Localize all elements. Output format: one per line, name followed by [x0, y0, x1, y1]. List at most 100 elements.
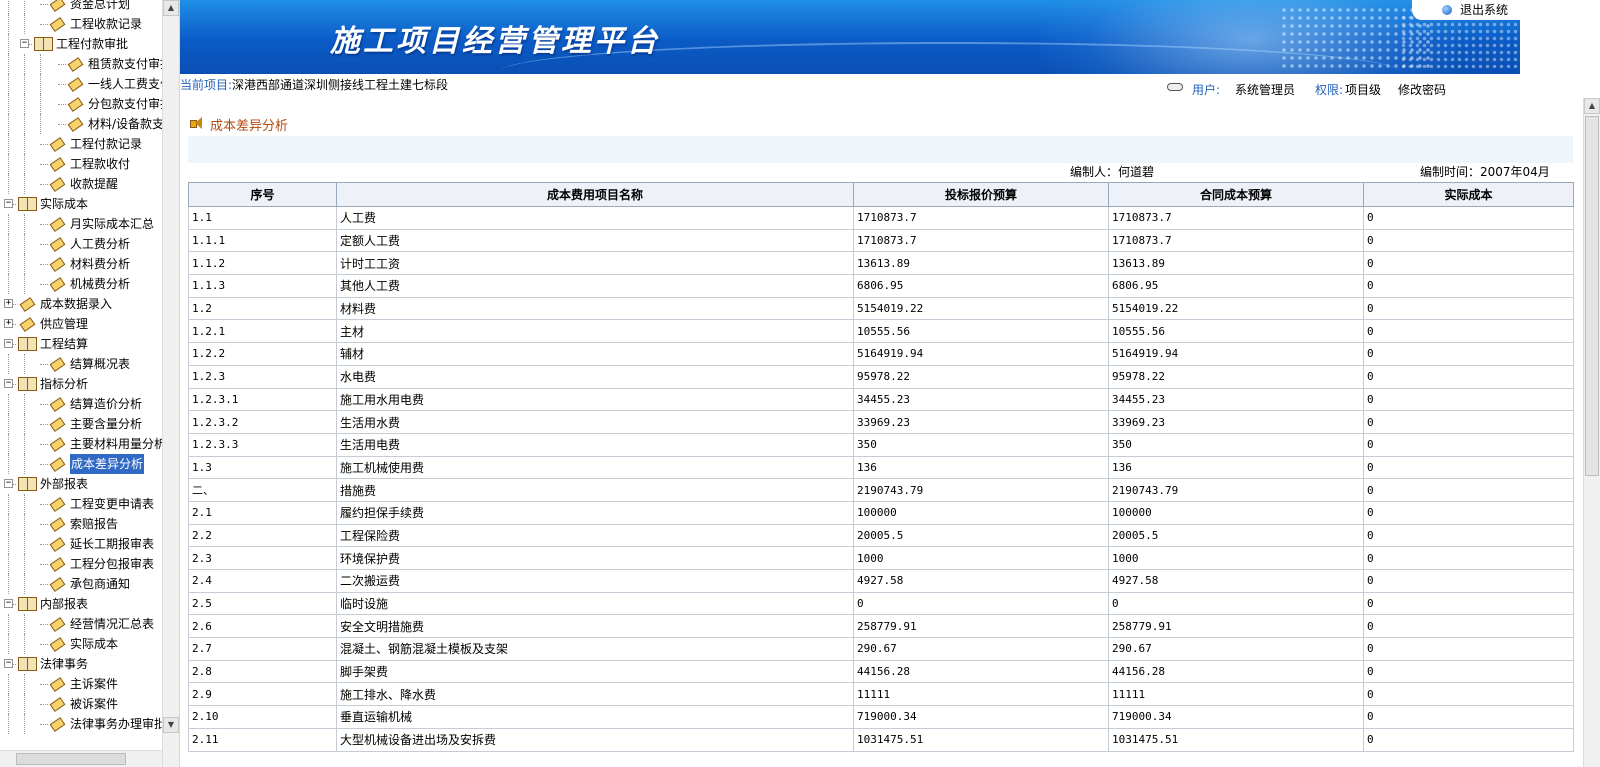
logout-icon[interactable] — [1442, 5, 1452, 15]
tree-item-label[interactable]: 主诉案件 — [70, 674, 118, 694]
tree-item-label[interactable]: 供应管理 — [40, 314, 88, 334]
scrollbar-thumb[interactable] — [1585, 116, 1599, 476]
tree-item[interactable]: 机械费分析 — [0, 274, 164, 294]
collapse-icon[interactable]: − — [4, 599, 13, 608]
tree-item[interactable]: 分包款支付审批 — [0, 94, 172, 114]
tree-item[interactable]: + 供应管理 — [0, 314, 164, 334]
tree-item[interactable]: 租赁款支付审批 — [0, 54, 172, 74]
tree-item[interactable]: 主诉案件 — [0, 674, 164, 694]
tree-item-label[interactable]: 延长工期报审表 — [70, 534, 154, 554]
tree-item-label[interactable]: 人工费分析 — [70, 234, 130, 254]
tree-item-label[interactable]: 工程分包报审表 — [70, 554, 154, 574]
tree-item-label[interactable]: 租赁款支付审批 — [88, 54, 172, 74]
tree-item[interactable]: 承包商通知 — [0, 574, 164, 594]
collapse-icon[interactable]: − — [4, 479, 13, 488]
cell-bid-budget: 33969.23 — [853, 410, 1109, 434]
tree-item[interactable]: − 外部报表 — [0, 474, 164, 494]
collapse-icon[interactable]: − — [4, 199, 13, 208]
tree-item-label[interactable]: 工程结算 — [40, 334, 88, 354]
tree-item-label[interactable]: 内部报表 — [40, 594, 88, 614]
tree-item[interactable]: 成本差异分析 — [0, 454, 164, 474]
tree-item-label[interactable]: 经营情况汇总表 — [70, 614, 154, 634]
tree-item-label[interactable]: 分包款支付审批 — [88, 94, 172, 114]
tree-item[interactable]: − 指标分析 — [0, 374, 164, 394]
tree-item[interactable]: 材料费分析 — [0, 254, 164, 274]
tree-item[interactable]: 主要材料用量分析 — [0, 434, 166, 454]
tree-item[interactable]: 索赔报告 — [0, 514, 164, 534]
tree-guide-line — [24, 434, 25, 454]
tree-item-label[interactable]: 指标分析 — [40, 374, 88, 394]
tree-item[interactable]: 经营情况汇总表 — [0, 614, 164, 634]
cell-contract-budget: 5154019.22 — [1108, 296, 1364, 321]
tree-item-label[interactable]: 主要含量分析 — [70, 414, 142, 434]
tree-item[interactable]: − 法律事务 — [0, 654, 164, 674]
tree-item[interactable]: 工程款收付 — [0, 154, 164, 174]
tree-item-label[interactable]: 承包商通知 — [70, 574, 130, 594]
tree-item[interactable]: 一线人工费支付 — [0, 74, 172, 94]
tree-item-label[interactable]: 工程付款审批 — [56, 34, 128, 54]
tree-item[interactable]: 主要含量分析 — [0, 414, 164, 434]
scroll-up-arrow-icon[interactable]: ▲ — [1584, 98, 1600, 114]
tree-item[interactable]: 被诉案件 — [0, 694, 164, 714]
tree-item-label[interactable]: 成本数据录入 — [40, 294, 112, 314]
tree-item[interactable]: − 内部报表 — [0, 594, 164, 614]
tree-item[interactable]: 工程分包报审表 — [0, 554, 164, 574]
tree-item[interactable]: − 实际成本 — [0, 194, 164, 214]
tree-item[interactable]: 结算造价分析 — [0, 394, 164, 414]
tree-item[interactable]: 资金总计划 — [0, 0, 164, 14]
tree-item-label[interactable]: 工程收款记录 — [70, 14, 142, 34]
table-row: 1.1.1 定额人工费 1710873.7 1710873.7 0 — [188, 228, 1574, 253]
tree-item[interactable]: 实际成本 — [0, 634, 164, 654]
tree-item-label[interactable]: 实际成本 — [40, 194, 88, 214]
tree-item[interactable]: + 成本数据录入 — [0, 294, 164, 314]
tree-item-label[interactable]: 结算概况表 — [70, 354, 130, 374]
tree-item-label[interactable]: 资金总计划 — [70, 0, 130, 14]
tree-item[interactable]: 工程收款记录 — [0, 14, 164, 34]
tree-item-label[interactable]: 结算造价分析 — [70, 394, 142, 414]
tree-horizontal-scrollbar[interactable] — [0, 750, 162, 767]
collapse-icon[interactable]: − — [4, 379, 13, 388]
tree-item-label[interactable]: 工程款收付 — [70, 154, 130, 174]
tree-item[interactable]: 月实际成本汇总 — [0, 214, 164, 234]
tree-item[interactable]: 法律事务办理审批 — [0, 714, 166, 734]
tree-item[interactable]: 工程变更申请表 — [0, 494, 164, 514]
tree-item-label[interactable]: 法律事务 — [40, 654, 88, 674]
content-vertical-scrollbar[interactable]: ▲ — [1583, 98, 1600, 767]
tree-item-label[interactable]: 月实际成本汇总 — [70, 214, 154, 234]
tree-item-label[interactable]: 实际成本 — [70, 634, 118, 654]
tree-item-label[interactable]: 外部报表 — [40, 474, 88, 494]
tree-item-label[interactable]: 法律事务办理审批 — [70, 714, 166, 734]
change-password-link[interactable]: 修改密码 — [1398, 81, 1446, 98]
tree-item[interactable]: 人工费分析 — [0, 234, 164, 254]
tree-item-label[interactable]: 被诉案件 — [70, 694, 118, 714]
tree-item-label[interactable]: 索赔报告 — [70, 514, 118, 534]
tree-vertical-scrollbar[interactable]: ▲ ▼ — [162, 0, 179, 767]
tree-item-label[interactable]: 工程付款记录 — [70, 134, 142, 154]
scroll-down-arrow-icon[interactable]: ▼ — [163, 717, 179, 733]
scrollbar-thumb[interactable] — [16, 753, 126, 765]
collapse-icon[interactable]: − — [4, 339, 13, 348]
tree-item[interactable]: 工程付款记录 — [0, 134, 164, 154]
tree-item[interactable]: 收款提醒 — [0, 174, 164, 194]
tree-item-label[interactable]: 收款提醒 — [70, 174, 118, 194]
tree-item-label[interactable]: 主要材料用量分析 — [70, 434, 166, 454]
expand-icon[interactable]: + — [4, 299, 13, 308]
tree-item-label[interactable]: 一线人工费支付 — [88, 74, 172, 94]
expand-icon[interactable]: + — [4, 319, 13, 328]
pencil-icon — [66, 117, 82, 131]
tree-item-label[interactable]: 材料费分析 — [70, 254, 130, 274]
collapse-icon[interactable]: − — [20, 39, 29, 48]
tree-item[interactable]: − 工程结算 — [0, 334, 164, 354]
scroll-up-arrow-icon[interactable]: ▲ — [163, 0, 179, 16]
tree-guide-line — [24, 514, 25, 534]
tree-item[interactable]: 材料/设备款支付 — [0, 114, 176, 134]
tree-item[interactable]: − 工程付款审批 — [0, 34, 164, 54]
tree-item[interactable]: 延长工期报审表 — [0, 534, 164, 554]
tree-item-label[interactable]: 成本差异分析 — [70, 454, 145, 474]
logout-button[interactable]: 退出系统 — [1460, 2, 1508, 18]
tree-item-label[interactable]: 机械费分析 — [70, 274, 130, 294]
tree-item-label[interactable]: 工程变更申请表 — [70, 494, 154, 514]
pencil-icon — [48, 257, 64, 271]
tree-item[interactable]: 结算概况表 — [0, 354, 164, 374]
collapse-icon[interactable]: − — [4, 659, 13, 668]
